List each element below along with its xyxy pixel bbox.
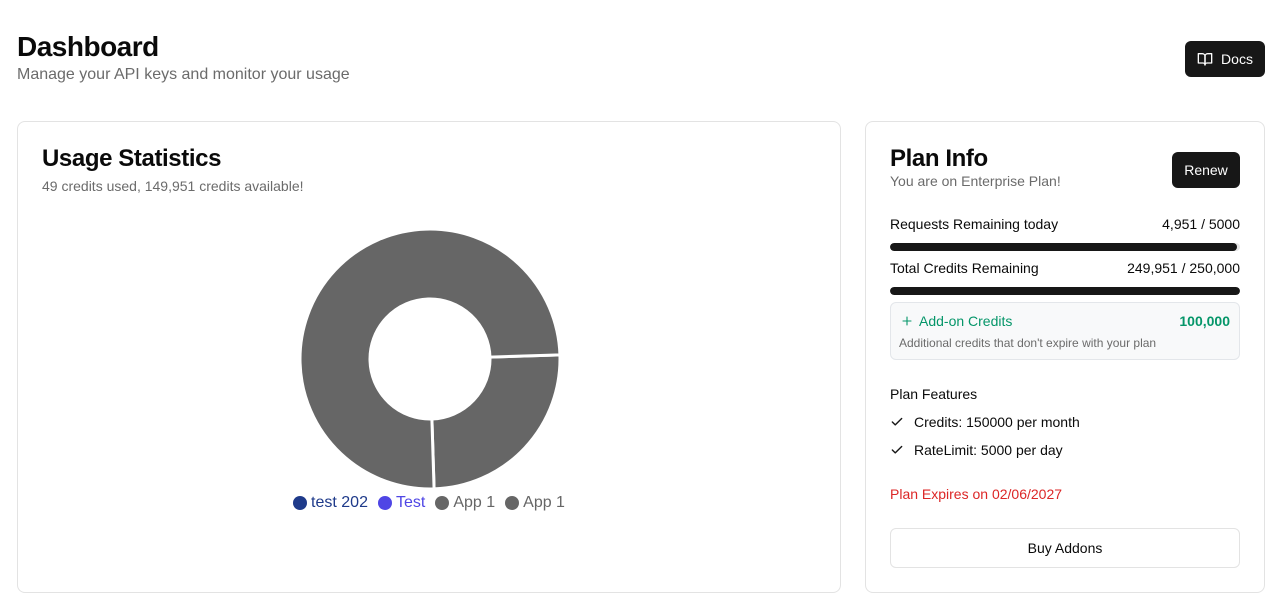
legend-dot [505, 496, 520, 510]
chart-legend: test 202 Test App 1 App 1 [18, 494, 840, 512]
page-title: Dashboard [17, 31, 159, 62]
legend-label: App 1 [523, 494, 565, 511]
feature-credits: Credits: 150000 per month [890, 414, 1080, 430]
legend-label: test 202 [311, 494, 368, 511]
legend-item-test[interactable]: Test [377, 494, 426, 512]
addon-credits-label: Add-on Credits [919, 313, 1013, 329]
usage-title: Usage Statistics [42, 145, 222, 172]
plan-expiry-text: Plan Expires on 02/06/2027 [890, 486, 1063, 502]
credits-remaining-row: Total Credits Remaining 249,951 / 250,00… [890, 260, 1240, 276]
addon-credits-description: Additional credits that don't expire wit… [899, 336, 1157, 350]
docs-button[interactable]: Docs [1185, 41, 1265, 77]
requests-value: 4,951 / 5000 [1162, 216, 1240, 232]
plan-subtitle: You are on Enterprise Plan! [890, 173, 1061, 189]
requests-progress-bar [890, 243, 1240, 251]
requests-label: Requests Remaining today [890, 216, 1059, 232]
credits-value: 249,951 / 250,000 [1127, 260, 1240, 276]
legend-dot [293, 496, 308, 510]
feature-ratelimit: RateLimit: 5000 per day [890, 442, 1063, 458]
docs-label: Docs [1221, 51, 1253, 67]
usage-statistics-card: Usage Statistics 49 credits used, 149,95… [17, 121, 841, 593]
legend-item-app-1[interactable]: App 1 [435, 494, 495, 512]
donut-slice[interactable] [430, 353, 561, 490]
legend-dot [377, 496, 392, 510]
page-header: Dashboard Manage your API keys and monit… [17, 30, 350, 84]
book-open-icon [1197, 51, 1213, 67]
renew-button[interactable]: Renew [1172, 152, 1240, 188]
feature-label: RateLimit: 5000 per day [914, 442, 1063, 458]
plan-title: Plan Info [890, 145, 988, 172]
requests-progress-fill [890, 243, 1237, 251]
feature-label: Credits: 150000 per month [914, 414, 1080, 430]
check-icon [890, 415, 904, 429]
legend-item-app-1-second[interactable]: App 1 [505, 494, 565, 512]
plan-features-title: Plan Features [890, 386, 978, 402]
usage-donut-chart [299, 228, 561, 490]
plan-info-card: Plan Info You are on Enterprise Plan! Re… [865, 121, 1265, 593]
legend-label: App 1 [453, 494, 496, 511]
credits-progress-fill [890, 287, 1240, 295]
requests-remaining-row: Requests Remaining today 4,951 / 5000 [890, 216, 1240, 232]
credits-label: Total Credits Remaining [890, 260, 1039, 276]
addon-credits-title: Add-on Credits [901, 313, 1012, 329]
legend-dot [435, 496, 450, 510]
check-icon [890, 443, 904, 457]
addon-credits-box: Add-on Credits 100,000 Additional credit… [890, 302, 1240, 360]
credits-progress-bar [890, 287, 1240, 295]
legend-label: Test [395, 494, 426, 511]
buy-addons-button[interactable]: Buy Addons [890, 528, 1240, 568]
legend-item-test-202[interactable]: test 202 [293, 494, 368, 512]
usage-summary: 49 credits used, 149,951 credits availab… [42, 178, 304, 194]
plus-icon [901, 315, 913, 327]
addon-credits-value: 100,000 [1179, 313, 1230, 329]
page-subtitle: Manage your API keys and monitor your us… [17, 66, 350, 83]
